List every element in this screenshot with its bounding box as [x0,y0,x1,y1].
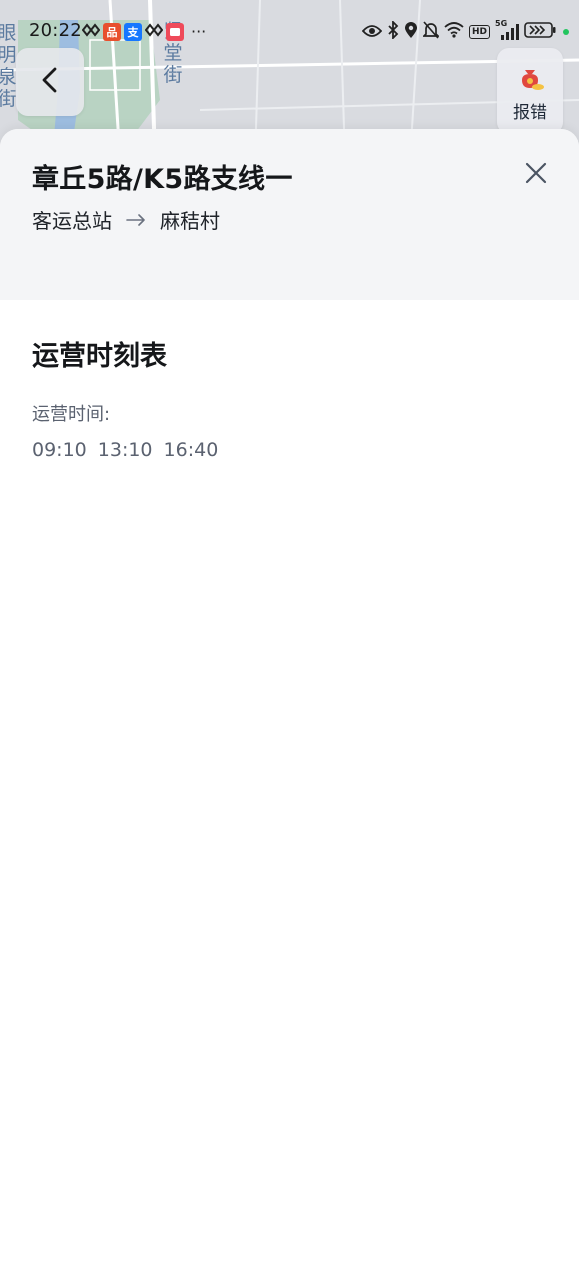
status-right-icons: HD 5G [361,19,569,43]
signal-icon: 5G [495,19,519,41]
hd-icon: HD [468,25,490,39]
departure-time: 13:10 [97,439,153,461]
money-bag-icon [515,66,545,96]
route-title: 章丘5路/K5路支线一 [32,164,293,195]
status-time: 20:22 [29,20,82,41]
departure-time: 09:10 [32,439,87,461]
chevron-left-icon [40,66,60,98]
report-error-label: 报错 [513,103,547,123]
status-left-icons: 品 支 ··· [81,21,207,41]
operating-time-label: 运营时间: [32,404,111,425]
bluetooth-icon [387,19,399,43]
departure-time: 16:40 [163,439,219,461]
notification-icon [144,22,164,41]
departure-times: 09:10 13:10 16:40 [32,439,218,461]
close-button[interactable] [518,157,554,193]
route-direction: 客运总站 麻秸村 [32,205,220,234]
screen: 眼明泉街 贤堂街 20:22 品 支 ··· [0,0,579,1280]
more-notifications-icon: ··· [191,21,207,41]
schedule-title: 运营时刻表 [32,341,167,372]
pinduoduo-app-icon: 品 [103,22,121,41]
location-icon [404,21,418,43]
back-button[interactable] [16,48,84,116]
network-type-label: 5G [495,19,508,28]
route-destination: 麻秸村 [160,209,220,233]
mute-icon [421,21,441,43]
status-bar: 20:22 品 支 ··· HD 5G [0,0,579,62]
message-app-icon [166,22,184,41]
route-detail-sheet: 章丘5路/K5路支线一 客运总站 麻秸村 运营时刻表 运营时间: 09:10 1… [0,129,579,1280]
route-origin: 客运总站 [32,209,112,233]
wifi-icon [444,22,464,42]
battery-icon [524,22,556,42]
eye-icon [361,23,383,42]
notification-icon [81,22,101,41]
privacy-indicator-dot [563,29,569,35]
report-error-button[interactable]: 报错 [497,48,563,134]
close-icon [524,161,548,189]
alipay-app-icon: 支 [124,22,142,41]
sheet-header: 章丘5路/K5路支线一 客运总站 麻秸村 [0,129,579,300]
arrow-right-icon [126,213,146,226]
